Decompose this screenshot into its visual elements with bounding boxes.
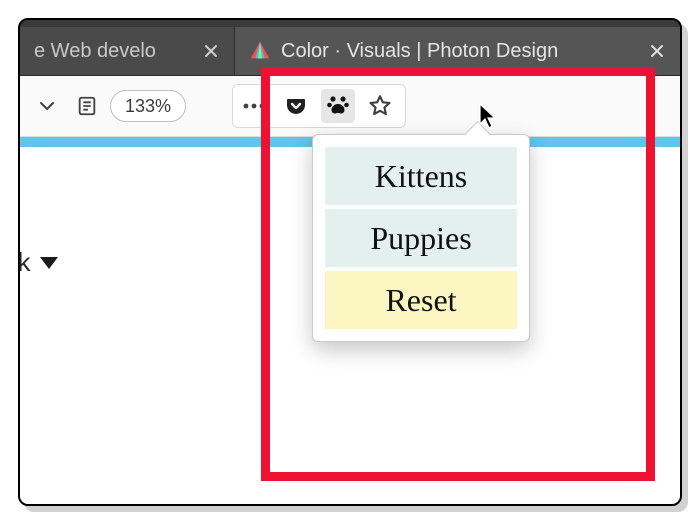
zoom-level[interactable]: 133% (110, 90, 186, 122)
zoom-value: 133% (125, 96, 171, 117)
tab-strip: e Web develo Color · Visuals | Photon De… (20, 20, 680, 75)
popup-option-label: Kittens (375, 158, 467, 195)
reader-view-icon[interactable] (70, 89, 104, 123)
tab-inactive[interactable]: e Web develo (20, 27, 235, 75)
dropdown-icon[interactable] (30, 89, 64, 123)
tab-label: Color · Visuals | Photon Design (281, 40, 636, 63)
url-bar-actions (232, 84, 406, 128)
page-text-fragment: ack (18, 247, 58, 278)
toolbar: 133% (20, 75, 680, 137)
popup-option-label: Puppies (370, 220, 471, 257)
popup-option-label: Reset (385, 282, 456, 319)
popup-option-puppies[interactable]: Puppies (325, 209, 517, 267)
close-icon[interactable] (644, 38, 670, 64)
popup-option-kittens[interactable]: Kittens (325, 147, 517, 205)
tab-active[interactable]: Color · Visuals | Photon Design (235, 27, 680, 75)
page-text: ack (18, 247, 30, 278)
extension-popup: Kittens Puppies Reset (312, 134, 530, 342)
photon-favicon-icon (249, 40, 271, 62)
pocket-icon[interactable] (279, 89, 313, 123)
paw-extension-icon[interactable] (321, 89, 355, 123)
tab-label: e Web develo (34, 40, 190, 63)
caret-down-icon (40, 257, 58, 269)
more-menu-icon[interactable] (237, 89, 271, 123)
bookmark-star-icon[interactable] (363, 89, 397, 123)
close-icon[interactable] (198, 38, 224, 64)
popup-option-reset[interactable]: Reset (325, 271, 517, 329)
